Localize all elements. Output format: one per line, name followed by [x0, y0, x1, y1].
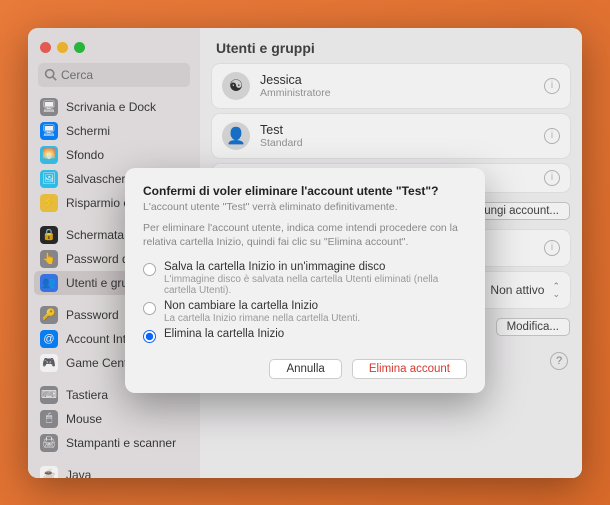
- radio-help: La cartella Inizio rimane nella cartella…: [164, 313, 467, 324]
- radio-button[interactable]: [143, 330, 156, 343]
- radio-option[interactable]: Non cambiare la cartella InizioLa cartel…: [143, 298, 467, 326]
- radio-option[interactable]: Elimina la cartella Inizio: [143, 326, 467, 345]
- dialog-radio-group: Salva la cartella Inizio in un'immagine …: [143, 259, 467, 345]
- cancel-button[interactable]: Annulla: [269, 359, 341, 379]
- radio-body: Salva la cartella Inizio in un'immagine …: [164, 261, 467, 296]
- radio-button[interactable]: [143, 263, 156, 276]
- radio-label: Salva la cartella Inizio in un'immagine …: [164, 261, 467, 273]
- dialog-title: Confermi di voler eliminare l'account ut…: [143, 184, 467, 198]
- radio-body: Elimina la cartella Inizio: [164, 328, 467, 340]
- delete-user-dialog: Confermi di voler eliminare l'account ut…: [125, 168, 485, 393]
- radio-body: Non cambiare la cartella InizioLa cartel…: [164, 300, 467, 324]
- radio-option[interactable]: Salva la cartella Inizio in un'immagine …: [143, 259, 467, 298]
- radio-label: Elimina la cartella Inizio: [164, 328, 467, 340]
- modal-overlay: Confermi di voler eliminare l'account ut…: [28, 28, 582, 478]
- radio-help: L'immagine disco è salvata nella cartell…: [164, 274, 467, 296]
- delete-account-button[interactable]: Elimina account: [352, 359, 467, 379]
- dialog-description: Per eliminare l'account utente, indica c…: [143, 221, 467, 249]
- radio-button[interactable]: [143, 302, 156, 315]
- dialog-subtitle: L'account utente "Test" verrà eliminato …: [143, 201, 467, 213]
- settings-window: 🖥Scrivania e Dock🖥Schermi🌅Sfondo🖼Salvasc…: [28, 28, 582, 478]
- radio-label: Non cambiare la cartella Inizio: [164, 300, 467, 312]
